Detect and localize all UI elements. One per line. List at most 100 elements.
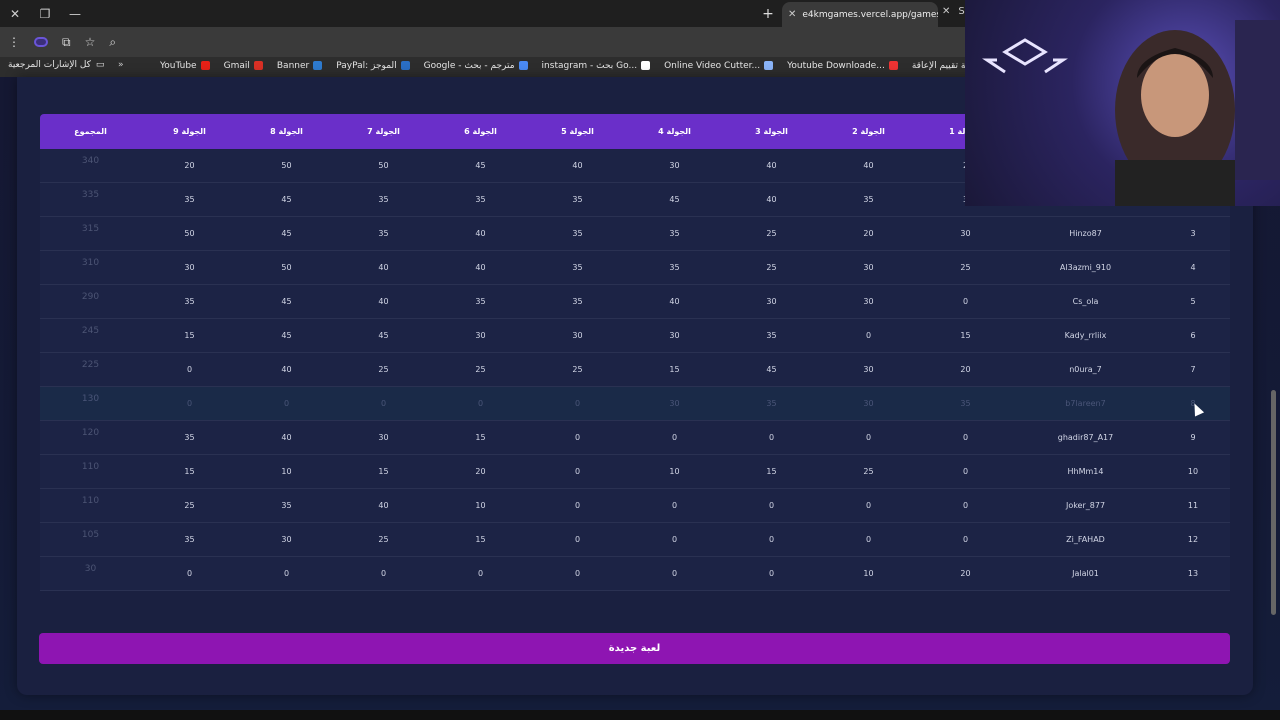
search-icon[interactable]: ⌕ (109, 35, 116, 50)
browser-tab-second[interactable]: ✕ S (942, 6, 965, 17)
cell-round-score: 40 (378, 263, 389, 272)
cell-round-score: 0 (186, 365, 193, 374)
cell-round-score: 15 (960, 331, 971, 340)
all-bookmarks[interactable]: كل الإشارات المرجعية ▭ (8, 60, 104, 70)
cell-total: 110 (81, 461, 100, 472)
cell-round-score: 0 (574, 467, 581, 476)
table-row: 315 50 45 35 40 35 35 25 20 30 Hinzo87 3 (40, 217, 1230, 251)
cell-round-score: 25 (572, 365, 583, 374)
close-tab-icon[interactable]: ✕ (788, 9, 796, 20)
cell-round-score: 0 (962, 467, 969, 476)
bookmark-favicon-icon (253, 61, 263, 70)
cell-round-score: 20 (184, 161, 195, 170)
cell-round-score: 0 (865, 501, 872, 510)
bookmark-label: Gmail (223, 61, 250, 71)
folder-icon: ▭ (95, 60, 105, 70)
cell-round-score: 0 (380, 569, 387, 578)
bookmark-label: Banner (276, 61, 310, 71)
cell-total: 30 (84, 563, 97, 574)
cell-round-score: 25 (766, 229, 777, 238)
cell-rank: 12 (1187, 535, 1199, 544)
cell-player-name: Cs_ola (1072, 297, 1099, 306)
cell-round-score: 30 (281, 535, 292, 544)
cell-total: 335 (81, 189, 100, 200)
cell-total: 110 (81, 495, 100, 506)
header-round: الجولة 4 (658, 127, 691, 136)
cell-rank: 9 (1190, 433, 1196, 442)
bookmark-label: PayPal: الموجز (336, 61, 397, 71)
cell-round-score: 0 (768, 501, 775, 510)
cell-player-name: Kady_rrliix (1064, 331, 1107, 340)
bookmark-item[interactable]: instagram - بحث Go... (542, 61, 651, 71)
cell-total: 245 (81, 325, 100, 336)
new-tab-icon[interactable]: + (758, 4, 778, 24)
minimize-window-icon[interactable]: — (60, 0, 90, 27)
bookmark-label: Google - مترجم - بحث (423, 61, 515, 71)
bookmark-label: Online Video Cutter... (664, 61, 761, 71)
bookmark-item[interactable]: Gmail (224, 61, 263, 71)
bookmark-item[interactable]: YouTube (160, 61, 210, 71)
bookmark-favicon-icon (888, 61, 898, 70)
cell-player-name: HhMm14 (1067, 467, 1104, 476)
cell-total: 310 (81, 257, 100, 268)
bookmarks-chevron-icon[interactable]: » (118, 60, 124, 70)
cell-total: 315 (81, 223, 100, 234)
cell-round-score: 0 (671, 535, 678, 544)
browser-tab-active[interactable]: ✕ e4kmgames.vercel.app/games/ (782, 2, 938, 27)
bookmark-item[interactable]: PayPal: الموجز (336, 61, 410, 71)
cell-round-score: 25 (960, 263, 971, 272)
new-game-button[interactable]: لعبة جديدة (39, 633, 1230, 664)
bookmark-item[interactable]: Youtube Downloade... (787, 61, 898, 71)
bookmark-favicon-icon (641, 61, 651, 70)
cell-round-score: 0 (574, 433, 581, 442)
cell-round-score: 35 (572, 297, 583, 306)
cell-round-score: 0 (962, 433, 969, 442)
cell-round-score: 35 (766, 331, 777, 340)
cell-round-score: 35 (475, 195, 486, 204)
webcam-overlay (965, 0, 1280, 206)
bookmark-item[interactable]: Banner (276, 61, 323, 71)
header-round: الجولة 3 (755, 127, 788, 136)
cell-rank: 6 (1190, 331, 1196, 340)
cell-round-score: 40 (475, 263, 486, 272)
cell-round-score: 35 (572, 263, 583, 272)
cell-round-score: 0 (574, 535, 581, 544)
close-window-icon[interactable]: ✕ (0, 0, 30, 27)
cell-round-score: 10 (475, 501, 486, 510)
bookmark-label: Youtube Downloade... (787, 61, 885, 71)
extension-icon[interactable] (34, 37, 48, 47)
cell-round-score: 45 (281, 331, 292, 340)
cell-round-score: 0 (477, 569, 484, 578)
cell-total: 340 (81, 155, 100, 166)
cell-round-score: 50 (184, 229, 195, 238)
cell-rank: 3 (1190, 229, 1196, 238)
header-round: الجولة 7 (367, 127, 400, 136)
all-bookmarks-label: كل الإشارات المرجعية (8, 60, 91, 70)
extensions-puzzle-icon[interactable]: ⧉ (62, 35, 71, 50)
star-icon[interactable]: ☆ (85, 35, 96, 49)
cell-total: 120 (81, 427, 100, 438)
cell-round-score: 35 (378, 195, 389, 204)
table-row: 130 0 0 0 0 0 30 35 30 35 b7lareen7 8 (40, 387, 1230, 421)
table-row: 110 15 10 15 20 0 10 15 25 0 HhMm14 10 (40, 455, 1230, 489)
bookmark-item[interactable]: Online Video Cutter... (664, 61, 774, 71)
cell-round-score: 15 (378, 467, 389, 476)
page-scrollbar[interactable] (1271, 390, 1276, 615)
close-tab-icon[interactable]: ✕ (942, 6, 950, 17)
cell-round-score: 15 (475, 535, 486, 544)
menu-dots-icon[interactable]: ⋮ (8, 35, 20, 49)
cell-total: 105 (81, 529, 100, 540)
tab-title: S (958, 6, 965, 17)
cell-round-score: 25 (863, 467, 874, 476)
cell-round-score: 20 (960, 365, 971, 374)
cell-round-score: 0 (186, 399, 193, 408)
header-round: الجولة 2 (852, 127, 885, 136)
restore-window-icon[interactable]: ❐ (30, 0, 60, 27)
bookmark-item[interactable]: Google - مترجم - بحث (424, 61, 528, 71)
cell-round-score: 35 (184, 195, 195, 204)
header-round: الجولة 8 (270, 127, 303, 136)
cell-round-score: 0 (962, 535, 969, 544)
cell-player-name: Jalal01 (1072, 569, 1099, 578)
cell-total: 290 (81, 291, 100, 302)
cell-round-score: 0 (283, 569, 290, 578)
